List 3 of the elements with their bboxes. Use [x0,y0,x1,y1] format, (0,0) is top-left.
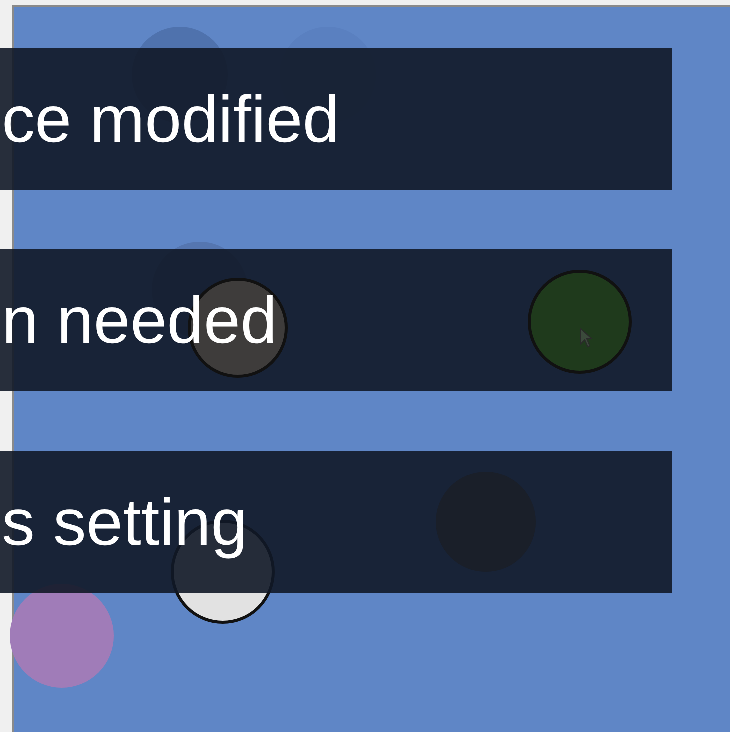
banner-text: ce modified [2,86,340,152]
pointer-icon [580,328,594,348]
banner-text: n needed [2,287,278,353]
